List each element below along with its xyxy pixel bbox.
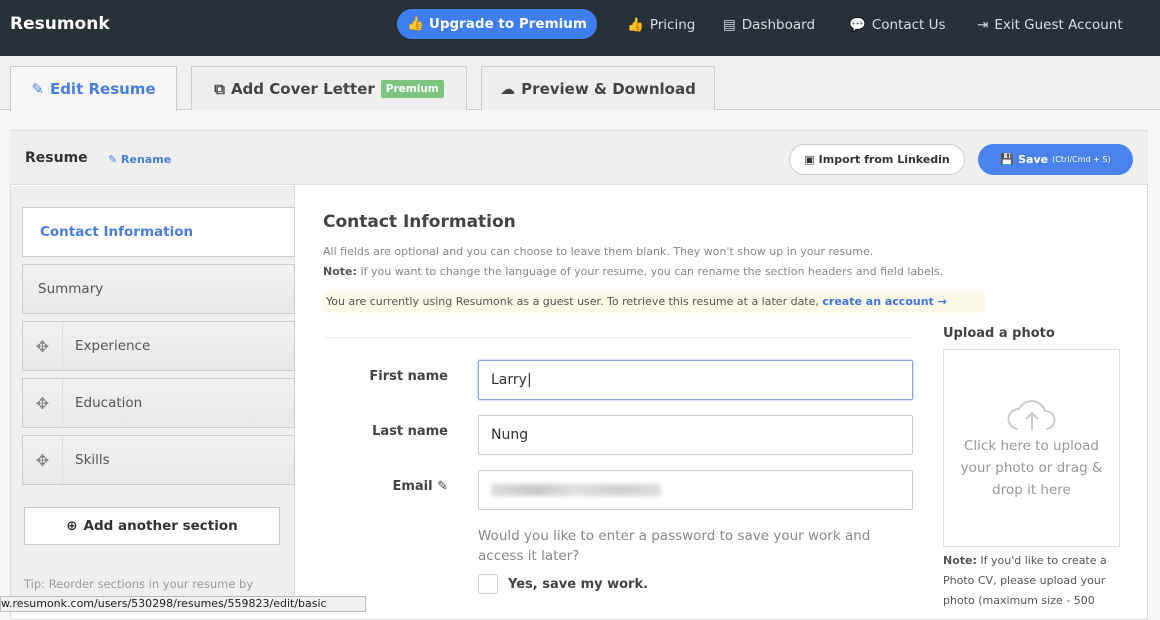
nav-pricing[interactable]: 👍 Pricing (627, 17, 695, 33)
move-icon[interactable]: ✥ (23, 322, 63, 370)
rename-label: Rename (121, 153, 172, 166)
tab-label: Preview & Download (521, 79, 696, 98)
nav-label: Pricing (649, 17, 696, 33)
tab-edit-resume[interactable]: ✎ Edit Resume (10, 66, 177, 111)
save-button[interactable]: 💾 Save (Ctrl/Cmd + S) (978, 144, 1133, 175)
photo-note-label: Note: (943, 554, 977, 567)
upgrade-label: Upgrade to Premium (428, 16, 587, 32)
blurred-email (491, 484, 661, 496)
guest-notice: You are currently using Resumonk as a gu… (323, 291, 985, 313)
sidebar-label: Summary (38, 281, 104, 297)
sidebar-item-experience[interactable]: ✥ Experience (22, 321, 295, 371)
sidebar-label: Skills (75, 452, 110, 468)
photo-note: Note: If you'd like to create a Photo CV… (943, 551, 1123, 611)
password-question: Would you like to enter a password to sa… (478, 528, 871, 564)
save-work-checkbox[interactable] (478, 574, 498, 594)
cloud-upload-icon (1007, 400, 1055, 431)
sidebar-label: Education (75, 395, 143, 411)
import-label: Import from Linkedin (818, 153, 950, 166)
reorder-tip: Tip: Reorder sections in your resume by (24, 577, 254, 591)
copy-icon: ⧉ (214, 79, 225, 98)
edit-icon: ✎ (31, 80, 44, 98)
nav-label: Exit Guest Account (994, 17, 1123, 33)
last-name-input[interactable]: Nung (478, 415, 913, 455)
linkedin-icon: ▣ (804, 153, 815, 166)
save-hint: (Ctrl/Cmd + S) (1052, 155, 1111, 164)
sidebar-item-summary[interactable]: Summary (22, 264, 295, 314)
floppy-icon: 💾 (1000, 153, 1015, 166)
create-account-link[interactable]: create an account → (822, 295, 946, 308)
upload-hint: Click here to upload your photo or drag … (960, 438, 1103, 498)
photo-upload-dropzone[interactable]: Click here to upload your photo or drag … (943, 349, 1120, 547)
email-input[interactable] (478, 470, 913, 510)
move-icon[interactable]: ✥ (23, 379, 63, 427)
tab-preview-download[interactable]: ☁ Preview & Download (481, 66, 715, 110)
note-text: If you want to change the language of yo… (360, 265, 944, 278)
list-icon: ▤ (723, 17, 736, 33)
tab-cover-letter[interactable]: ⧉ Add Cover Letter Premium (191, 66, 467, 110)
first-name-value: Larry (491, 372, 527, 388)
optional-description: All fields are optional and you can choo… (323, 245, 874, 258)
rename-link[interactable]: ✎ Rename (108, 153, 171, 166)
email-label: Email ✎ (323, 479, 448, 494)
sign-out-icon: ⇥ (977, 17, 989, 33)
upgrade-button[interactable]: 👍 Upgrade to Premium (397, 9, 597, 39)
add-section-label: Add another section (83, 518, 238, 534)
sidebar-label: Contact Information (40, 224, 194, 240)
cloud-download-icon: ☁ (500, 79, 516, 98)
guest-text: You are currently using Resumonk as a gu… (326, 295, 819, 308)
section-title: Contact Information (323, 212, 516, 232)
upload-photo-title: Upload a photo (943, 326, 1055, 341)
sidebar-item-contact[interactable]: Contact Information (22, 207, 295, 257)
thumbs-up-icon: 👍 (407, 16, 424, 32)
nav-contact[interactable]: 💬 Contact Us (849, 17, 946, 33)
sidebar-item-skills[interactable]: ✥ Skills (22, 435, 295, 485)
add-section-button[interactable]: ⊕ Add another section (24, 507, 280, 545)
save-work-label[interactable]: Yes, save my work. (508, 577, 648, 592)
first-name-input[interactable]: Larry | (478, 360, 913, 400)
tab-label: Add Cover Letter (230, 79, 375, 98)
browser-status-url: w.resumonk.com/users/530298/resumes/5598… (0, 596, 366, 612)
nav-dashboard[interactable]: ▤ Dashboard (723, 17, 815, 33)
premium-badge: Premium (380, 79, 444, 98)
plus-circle-icon: ⊕ (66, 518, 78, 534)
last-name-value: Nung (491, 427, 529, 443)
sidebar-item-education[interactable]: ✥ Education (22, 378, 295, 428)
brand-logo[interactable]: Resumonk (10, 14, 110, 34)
resume-title: Resume (25, 150, 88, 166)
nav-label: Contact Us (871, 17, 946, 33)
import-linkedin-button[interactable]: ▣ Import from Linkedin (789, 144, 965, 175)
nav-label: Dashboard (741, 17, 816, 33)
tab-label: Edit Resume (49, 80, 156, 98)
email-label-text: Email (392, 479, 433, 494)
move-icon[interactable]: ✥ (23, 436, 63, 484)
divider (323, 337, 913, 338)
sidebar-label: Experience (75, 338, 151, 354)
first-name-label: First name (369, 369, 448, 384)
note-label: Note: (323, 265, 357, 278)
save-label: Save (1018, 153, 1049, 166)
pencil-icon[interactable]: ✎ (437, 479, 448, 494)
last-name-label: Last name (372, 424, 448, 439)
chat-icon: 💬 (849, 17, 866, 33)
nav-exit-guest[interactable]: ⇥ Exit Guest Account (977, 17, 1123, 33)
language-note: Note: If you want to change the language… (323, 265, 943, 278)
thumbs-up-icon: 👍 (627, 17, 644, 33)
